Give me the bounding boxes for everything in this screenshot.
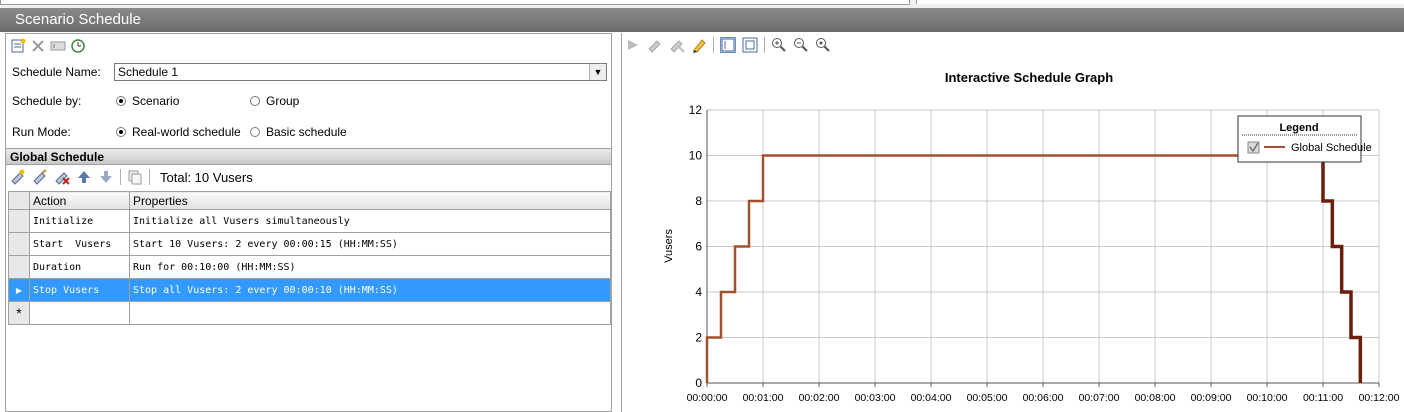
- schedule-clock-icon[interactable]: [70, 38, 86, 54]
- global-schedule-header: Global Schedule: [6, 148, 611, 165]
- new-row-asterisk-icon[interactable]: *: [8, 301, 30, 325]
- top-input-field[interactable]: [0, 0, 910, 5]
- row-header[interactable]: [8, 255, 30, 279]
- move-down-icon[interactable]: [98, 169, 114, 185]
- x-tick-label: 00:03:00: [855, 392, 896, 404]
- new-properties-cell[interactable]: [129, 301, 611, 325]
- properties-cell[interactable]: Stop all Vusers: 2 every 00:00:10 (HH:MM…: [129, 278, 611, 302]
- action-cell[interactable]: Initialize: [29, 209, 130, 233]
- global-schedule-toolbar: Total: 10 Vusers: [10, 167, 253, 187]
- table-row-selected[interactable]: ▶ Stop Vusers Stop all Vusers: 2 every 0…: [8, 278, 611, 302]
- top-input-field-right[interactable]: [916, 0, 1404, 4]
- schedule-name-label: Schedule Name:: [12, 65, 101, 79]
- total-vusers-label: Total: 10 Vusers: [160, 169, 253, 185]
- y-tick-label: 12: [689, 103, 703, 117]
- column-header-action[interactable]: Action: [29, 191, 130, 210]
- x-tick-label: 00:09:00: [1191, 392, 1232, 404]
- radio-real-world-label: Real-world schedule: [132, 125, 241, 139]
- chart-series: [705, 154, 1363, 383]
- action-cell[interactable]: Duration: [29, 255, 130, 279]
- new-schedule-icon[interactable]: [10, 38, 26, 54]
- row-header[interactable]: [8, 209, 30, 233]
- radio-real-world-schedule[interactable]: Real-world schedule: [116, 125, 241, 139]
- properties-cell[interactable]: Initialize all Vusers simultaneously: [129, 209, 611, 233]
- y-tick-label: 2: [695, 331, 702, 345]
- radio-group-label: Group: [266, 94, 300, 108]
- table-row[interactable]: Initialize Initialize all Vusers simulta…: [8, 209, 611, 233]
- schedule-toolbar: [10, 37, 86, 55]
- y-axis-ticks: 0 2 4 6 8 10 12: [689, 103, 703, 390]
- schedule-name-select[interactable]: Schedule 1 ▼: [114, 63, 607, 81]
- radio-schedule-by-scenario[interactable]: Scenario: [116, 94, 179, 108]
- schedule-graph[interactable]: Interactive Schedule Graph Vusers 0 2 4 6 8 1…: [622, 33, 1404, 412]
- x-tick-label: 00:05:00: [967, 392, 1008, 404]
- x-tick-label: 00:04:00: [911, 392, 952, 404]
- radio-scenario-label: Scenario: [132, 94, 180, 108]
- run-mode-label: Run Mode:: [12, 125, 71, 139]
- delete-icon[interactable]: [30, 38, 46, 54]
- rename-icon[interactable]: [50, 38, 66, 54]
- y-axis-label: Vusers: [663, 229, 675, 263]
- chart-title: Interactive Schedule Graph: [945, 70, 1113, 85]
- table-row[interactable]: Duration Run for 00:10:00 (HH:MM:SS): [8, 255, 611, 279]
- top-strip: [0, 0, 1404, 8]
- action-cell[interactable]: Start Vusers: [29, 232, 130, 256]
- y-tick-label: 0: [695, 376, 702, 390]
- move-up-icon[interactable]: [76, 169, 92, 185]
- x-tick-label: 00:10:00: [1247, 392, 1288, 404]
- toolbar-separator: [149, 169, 150, 185]
- y-tick-label: 8: [695, 194, 702, 208]
- x-tick-label: 00:07:00: [1079, 392, 1120, 404]
- action-cell[interactable]: Stop Vusers: [29, 278, 130, 302]
- radio-basic-schedule[interactable]: Basic schedule: [250, 125, 347, 139]
- add-action-icon[interactable]: [10, 169, 26, 185]
- x-tick-label: 00:08:00: [1135, 392, 1176, 404]
- delete-action-icon[interactable]: [54, 169, 70, 185]
- chevron-down-icon[interactable]: ▼: [589, 64, 606, 80]
- x-tick-label: 00:00:00: [687, 392, 728, 404]
- schedule-name-value: Schedule 1: [118, 65, 179, 79]
- edit-action-icon[interactable]: [32, 169, 48, 185]
- legend-title: Legend: [1279, 122, 1318, 134]
- schedule-by-label: Schedule by:: [12, 94, 82, 108]
- selected-row-arrow-icon[interactable]: ▶: [8, 278, 30, 302]
- y-tick-label: 4: [695, 285, 702, 299]
- column-header-properties[interactable]: Properties: [129, 191, 611, 210]
- x-axis-ticks: 00:00:00 00:01:00 00:02:00 00:03:00 00:04:00…: [687, 383, 1400, 404]
- properties-cell[interactable]: Start 10 Vusers: 2 every 00:00:15 (HH:MM…: [129, 232, 611, 256]
- x-tick-label: 00:06:00: [1023, 392, 1064, 404]
- radio-schedule-by-group[interactable]: Group: [250, 94, 299, 108]
- table-new-row[interactable]: *: [8, 301, 611, 325]
- row-header[interactable]: [8, 232, 30, 256]
- radio-selected-indicator[interactable]: [116, 127, 126, 137]
- legend-series-label: Global Schedule: [1291, 142, 1372, 154]
- x-tick-label: 00:02:00: [799, 392, 840, 404]
- series-line-global-schedule: [705, 154, 1323, 383]
- table-row[interactable]: Start Vusers Start 10 Vusers: 2 every 00…: [8, 232, 611, 256]
- new-action-cell[interactable]: [29, 301, 130, 325]
- toolbar-separator: [120, 169, 121, 185]
- row-header-corner: [8, 191, 30, 210]
- copy-icon[interactable]: [127, 169, 143, 185]
- y-tick-label: 6: [695, 240, 702, 254]
- radio-unselected-indicator[interactable]: [250, 96, 260, 106]
- series-line-stop-vusers: [1321, 155, 1363, 383]
- properties-cell[interactable]: Run for 00:10:00 (HH:MM:SS): [129, 255, 611, 279]
- y-tick-label: 10: [689, 149, 703, 163]
- window-title: Scenario Schedule: [0, 8, 1404, 32]
- x-tick-label: 00:11:00: [1303, 392, 1343, 404]
- x-tick-label: 00:01:00: [743, 392, 784, 404]
- graph-panel: Interactive Schedule Graph Vusers 0 2 4 6 8 1…: [621, 33, 1404, 412]
- radio-selected-indicator[interactable]: [116, 96, 126, 106]
- radio-basic-label: Basic schedule: [266, 125, 347, 139]
- chart-legend[interactable]: Legend Global Schedule: [1237, 115, 1372, 163]
- x-tick-label: 00:12:00: [1359, 392, 1400, 404]
- table-header-row: Action Properties: [8, 191, 611, 210]
- schedule-panel: Schedule Name: Schedule 1 ▼ Schedule by:…: [5, 33, 612, 412]
- global-schedule-table: Action Properties Initialize Initialize …: [8, 191, 611, 325]
- radio-unselected-indicator[interactable]: [250, 127, 260, 137]
